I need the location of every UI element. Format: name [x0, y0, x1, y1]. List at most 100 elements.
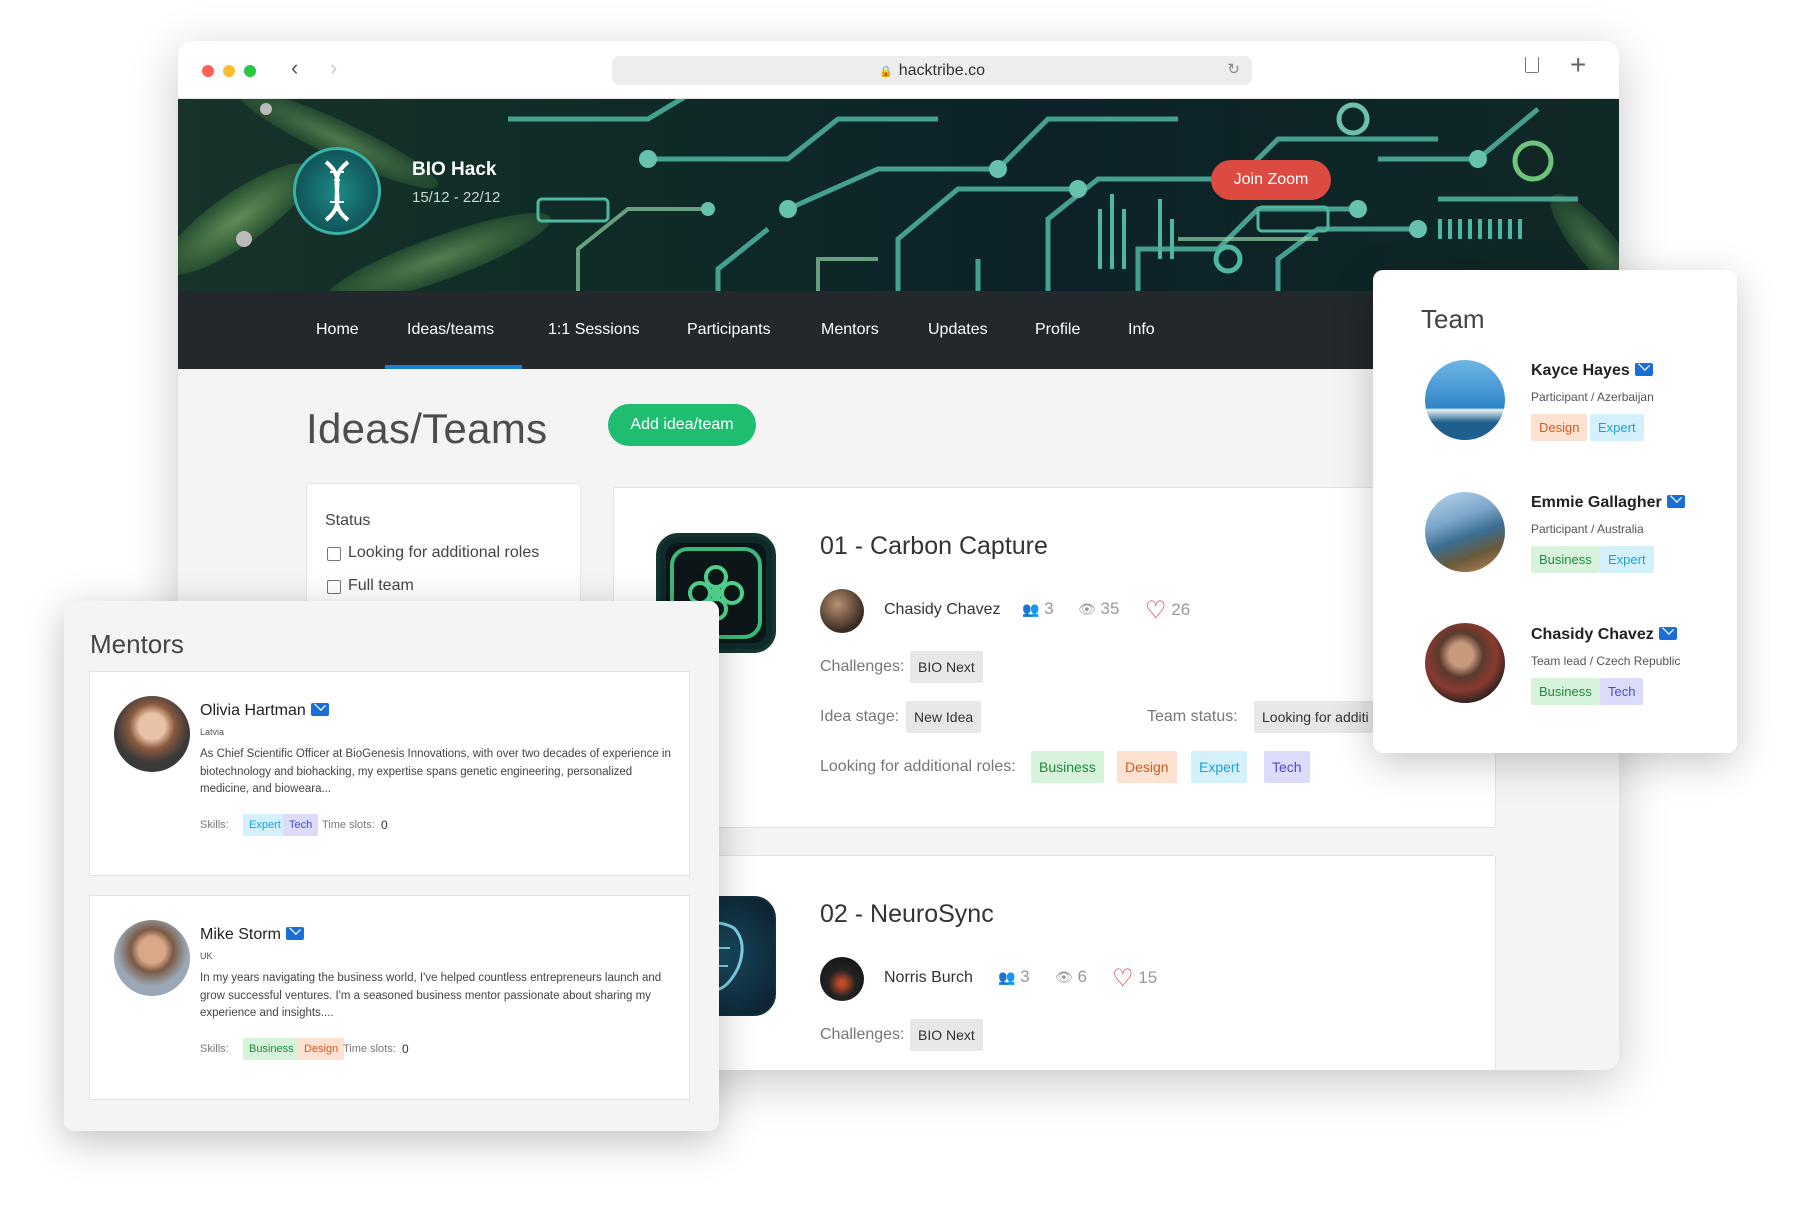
mentors-title: Mentors: [90, 629, 184, 659]
views-stat: 👁 35: [1078, 599, 1120, 618]
skill-chip-tech: Tech: [283, 814, 319, 836]
member-name[interactable]: Kayce Hayes: [1531, 362, 1653, 380]
project-title[interactable]: 02 - NeuroSync: [820, 900, 994, 929]
page-title: Ideas/Teams: [306, 405, 548, 452]
project-card[interactable]: 01 - Carbon Capture Chasidy Chavez 👥 3 👁…: [613, 487, 1496, 828]
mail-icon[interactable]: [1658, 627, 1677, 640]
project-title[interactable]: 01 - Carbon Capture: [820, 532, 1048, 561]
members-icon: 👥: [1022, 601, 1040, 617]
mail-icon[interactable]: [1634, 363, 1653, 376]
event-logo: [293, 147, 381, 235]
time-slots-value: 0: [381, 818, 388, 832]
eye-icon: 👁: [1078, 601, 1096, 617]
likes-stat[interactable]: ♡ 15: [1112, 964, 1157, 993]
event-dates: 15/12 - 22/12: [412, 189, 501, 206]
member-avatar[interactable]: [1425, 492, 1505, 572]
member-tag-expert: Expert: [1600, 546, 1654, 573]
mentor-card[interactable]: Mike Storm UK In my years navigating the…: [89, 895, 690, 1100]
roles-label: Looking for additional roles:: [820, 758, 1016, 775]
project-owner[interactable]: Chasidy Chavez: [884, 601, 1001, 619]
nav-profile[interactable]: Profile: [1035, 321, 1080, 339]
mentor-card[interactable]: Olivia Hartman Latvia As Chief Scientifi…: [89, 671, 690, 876]
mentor-bio: In my years navigating the business worl…: [200, 972, 662, 1019]
address-bar[interactable]: 🔒 hacktribe.co ↻: [612, 56, 1252, 85]
filter-label-roles: Looking for additional roles: [348, 544, 540, 561]
member-role: Team lead / Czech Republic: [1531, 654, 1681, 668]
circuit-banner-art: [178, 99, 1619, 291]
challenge-chip: BIO Next: [910, 1019, 983, 1051]
member-name[interactable]: Emmie Gallagher: [1531, 494, 1685, 512]
role-chip-business: Business: [1031, 751, 1104, 783]
member-avatar[interactable]: [1425, 360, 1505, 440]
nav-mentors[interactable]: Mentors: [821, 321, 879, 339]
views-stat: 👁 6: [1055, 967, 1087, 986]
mail-icon[interactable]: [310, 703, 329, 716]
members-stat: 👥 3: [1022, 599, 1054, 618]
member-role: Participant / Australia: [1531, 522, 1644, 536]
dna-icon: [324, 160, 350, 222]
filter-checkbox-roles[interactable]: [327, 547, 341, 561]
heart-icon[interactable]: ♡: [1112, 965, 1134, 992]
stage-label: Idea stage:: [820, 708, 900, 725]
url-text: hacktribe.co: [898, 62, 985, 79]
role-chip-design: Design: [1117, 751, 1177, 783]
nav-home[interactable]: Home: [316, 321, 359, 339]
maximize-window-button[interactable]: [244, 65, 256, 77]
member-role: Participant / Azerbaijan: [1531, 390, 1654, 404]
filter-heading: Status: [325, 512, 371, 529]
skills-label: Skills:: [200, 819, 229, 831]
mentor-name[interactable]: Olivia Hartman: [200, 702, 329, 720]
member-avatar[interactable]: [1425, 623, 1505, 703]
back-icon[interactable]: ‹: [291, 55, 298, 81]
nav-updates[interactable]: Updates: [928, 321, 988, 339]
role-chip-tech: Tech: [1264, 751, 1310, 783]
likes-stat[interactable]: ♡ 26: [1145, 596, 1190, 625]
mentor-bio: As Chief Scientific Officer at BioGenesi…: [200, 748, 671, 795]
mail-icon[interactable]: [1666, 495, 1685, 508]
mentor-country: Latvia: [200, 727, 225, 737]
join-zoom-button[interactable]: Join Zoom: [1211, 160, 1331, 200]
team-panel: Team Kayce Hayes Participant / Azerbaija…: [1373, 270, 1737, 753]
time-slots-label: Time slots:: [343, 1043, 396, 1055]
eye-icon: 👁: [1055, 969, 1073, 985]
team-title: Team: [1421, 304, 1485, 334]
event-name: BIO Hack: [412, 159, 497, 180]
team-status-chip: Looking for additi: [1254, 701, 1374, 733]
member-tag-design: Design: [1531, 414, 1588, 441]
owner-avatar[interactable]: [820, 957, 864, 1001]
nav-ideas-teams[interactable]: Ideas/teams: [407, 321, 494, 339]
share-icon[interactable]: [1525, 57, 1539, 73]
member-name[interactable]: Chasidy Chavez: [1531, 626, 1677, 644]
event-banner: BIO Hack 15/12 - 22/12 Join Zoom: [178, 99, 1619, 291]
new-tab-icon[interactable]: +: [1570, 49, 1586, 81]
close-window-button[interactable]: [202, 65, 214, 77]
project-card[interactable]: 02 - NeuroSync Norris Burch 👥 3 👁 6 ♡ 15…: [613, 855, 1496, 1070]
owner-avatar[interactable]: [820, 589, 864, 633]
reload-icon[interactable]: ↻: [1227, 60, 1240, 78]
minimize-window-button[interactable]: [223, 65, 235, 77]
challenges-label: Challenges:: [820, 1026, 905, 1043]
challenge-chip: BIO Next: [910, 651, 983, 683]
time-slots-label: Time slots:: [322, 819, 375, 831]
mail-icon[interactable]: [285, 927, 304, 940]
nav-info[interactable]: Info: [1128, 321, 1155, 339]
mentor-avatar: [114, 696, 190, 772]
filter-checkbox-full[interactable]: [327, 580, 341, 594]
skills-label: Skills:: [200, 1043, 229, 1055]
stage-chip: New Idea: [906, 701, 982, 733]
members-stat: 👥 3: [998, 967, 1030, 986]
lock-icon: 🔒: [879, 66, 893, 78]
member-tag-tech: Tech: [1600, 678, 1644, 705]
nav-participants[interactable]: Participants: [687, 321, 771, 339]
nav-sessions[interactable]: 1:1 Sessions: [548, 321, 640, 339]
team-status-label: Team status:: [1147, 708, 1238, 725]
mentor-country: UK: [200, 951, 213, 961]
add-idea-button[interactable]: Add idea/team: [608, 404, 756, 446]
forward-icon[interactable]: ›: [330, 55, 337, 81]
heart-icon[interactable]: ♡: [1145, 597, 1167, 624]
member-tag-business: Business: [1531, 678, 1600, 705]
project-owner[interactable]: Norris Burch: [884, 969, 973, 987]
mentor-name[interactable]: Mike Storm: [200, 926, 304, 944]
mentors-panel: Mentors Olivia Hartman Latvia As Chief S…: [64, 601, 719, 1131]
filter-label-full: Full team: [348, 577, 414, 594]
